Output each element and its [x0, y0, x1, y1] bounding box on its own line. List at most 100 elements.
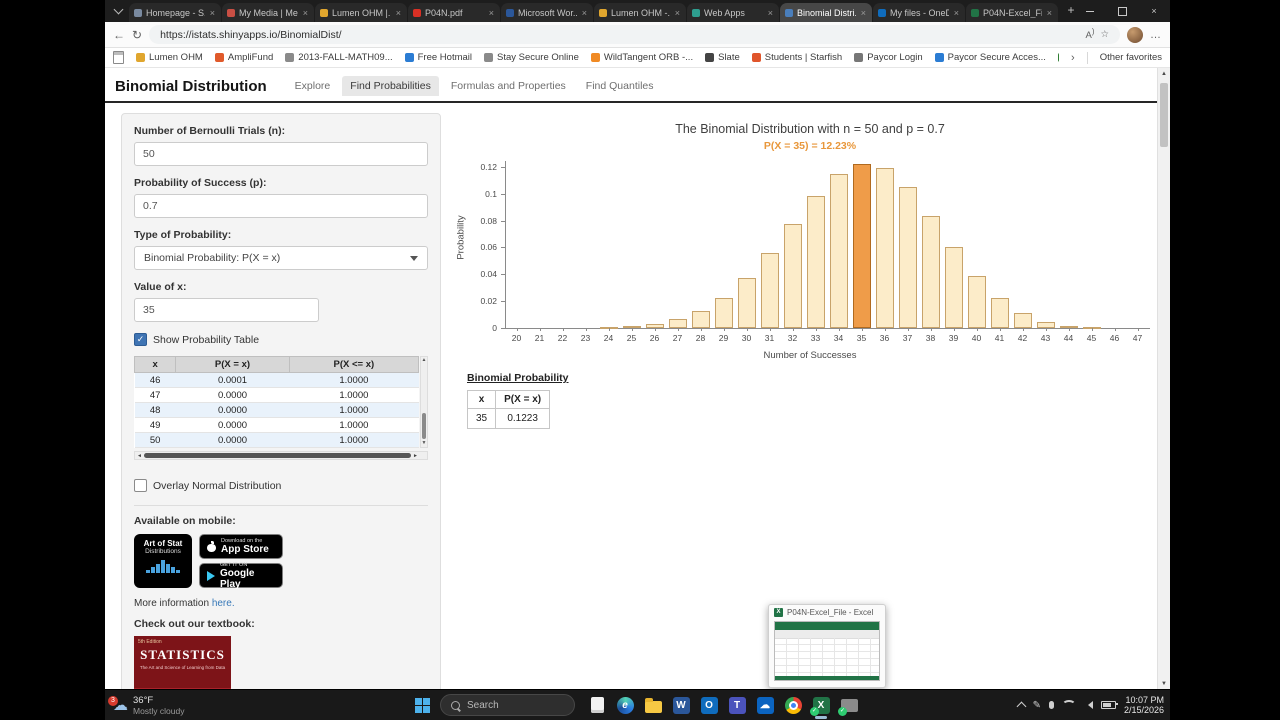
taskbar-icon-remote-app[interactable]: ✓ [837, 691, 861, 719]
favorite-item[interactable]: Stay Secure Online [484, 52, 579, 63]
taskbar-icon-excel[interactable]: X ✓ [809, 691, 833, 719]
more-info-link[interactable]: here. [212, 598, 235, 609]
table-horizontal-scrollbar[interactable]: ◄ ► [134, 451, 428, 460]
table-scroll-thumb[interactable] [422, 413, 426, 439]
favorites-overflow-button[interactable]: › [1071, 52, 1075, 64]
taskbar-icon-outlook[interactable]: O [697, 691, 721, 719]
browser-tab[interactable]: Binomial Distri... × [780, 3, 872, 22]
google-play-badge[interactable]: GET IT ON Google Play [199, 562, 283, 590]
tab-close-icon[interactable]: × [209, 8, 216, 18]
show-table-checkbox[interactable]: ✓ Show Probability Table [134, 333, 428, 346]
taskbar-icon-taskview[interactable] [585, 691, 609, 719]
collections-icon[interactable] [113, 51, 124, 64]
read-aloud-icon[interactable]: A) [1085, 27, 1094, 41]
favorite-item[interactable]: 2013-FALL-MATH09... [285, 52, 393, 63]
address-input[interactable]: https://istats.shinyapps.io/BinomialDist… [149, 25, 1120, 44]
start-button[interactable] [415, 697, 430, 713]
favorite-item[interactable]: Paycor Secure Acces... [934, 52, 1046, 63]
scroll-up-icon[interactable]: ▲ [1158, 71, 1170, 77]
tab-close-icon[interactable]: × [1046, 8, 1053, 18]
browser-tab[interactable]: My files - OneD... × [873, 3, 965, 22]
favorite-item[interactable]: HR Digital - Home [1057, 52, 1060, 63]
favorite-item[interactable]: Students | Starfish [751, 52, 842, 63]
browser-tab[interactable]: Lumen OHM |... × [315, 3, 407, 22]
scroll-up-icon[interactable]: ▲ [421, 357, 427, 364]
battery-icon[interactable] [1100, 701, 1118, 709]
tab-close-icon[interactable]: × [674, 8, 681, 18]
n-trials-input[interactable] [134, 142, 428, 166]
browser-tab[interactable]: Microsoft Wor... × [501, 3, 593, 22]
maximize-button[interactable] [1106, 0, 1138, 22]
tray-chevron-up-icon[interactable] [1016, 701, 1027, 712]
table-row[interactable]: 50 0.0000 1.0000 [134, 432, 419, 448]
probability-type-select[interactable]: Binomial Probability: P(X = x) [134, 246, 428, 270]
taskbar-icon-teams[interactable]: T [725, 691, 749, 719]
favorite-item[interactable]: Free Hotmail [404, 52, 472, 63]
scroll-down-icon[interactable]: ▼ [421, 440, 427, 447]
tab-close-icon[interactable]: × [767, 8, 774, 18]
tab-close-icon[interactable]: × [953, 8, 960, 18]
taskbar-clock[interactable]: 10:07 PM 2/15/2026 [1124, 695, 1164, 716]
page-scroll-thumb[interactable] [1160, 83, 1168, 147]
table-row[interactable]: 47 0.0000 1.0000 [134, 387, 419, 403]
favorite-item[interactable]: Slate [705, 52, 740, 63]
browser-tab[interactable]: P04N.pdf × [408, 3, 500, 22]
taskbar-icon-chrome[interactable] [781, 691, 805, 719]
tab-find-quantiles[interactable]: Find Quantiles [578, 76, 662, 96]
app-store-badge[interactable]: Download on the App Store [199, 534, 283, 559]
tab-close-icon[interactable]: × [488, 8, 495, 18]
taskbar-icon-onedrive[interactable]: ☁ [753, 691, 777, 719]
overlay-normal-checkbox[interactable]: Overlay Normal Distribution [134, 479, 428, 492]
wifi-icon[interactable] [1061, 700, 1076, 710]
favorite-star-icon[interactable]: ☆ [1100, 29, 1109, 40]
browser-tab[interactable]: P04N-Excel_Fil... × [966, 3, 1058, 22]
weather-widget[interactable]: ☁ 3 36°F Mostly cloudy [108, 690, 185, 720]
table-row[interactable]: 46 0.0001 1.0000 [134, 372, 419, 388]
close-button[interactable]: × [1138, 0, 1170, 22]
browser-tab[interactable]: Lumen OHM -... × [594, 3, 686, 22]
tab-explore[interactable]: Explore [287, 76, 339, 96]
taskbar-search-box[interactable]: Search [440, 694, 575, 716]
page-scrollbar[interactable]: ▲ ▼ [1157, 68, 1170, 690]
back-icon[interactable]: ← [113, 29, 125, 41]
table-row[interactable]: 49 0.0000 1.0000 [134, 417, 419, 433]
scroll-right-icon[interactable]: ► [413, 452, 418, 460]
other-favorites-button[interactable]: Other favorites [1100, 52, 1162, 63]
pen-icon[interactable]: ✎ [1033, 700, 1041, 711]
settings-menu-button[interactable]: … [1150, 29, 1162, 41]
excel-preview-card[interactable]: X P04N-Excel_File - Excel [768, 604, 886, 688]
tab-close-icon[interactable]: × [860, 8, 867, 18]
tab-close-icon[interactable]: × [395, 8, 402, 18]
browser-tab[interactable]: Web Apps × [687, 3, 779, 22]
p-success-input[interactable] [134, 194, 428, 218]
artofstat-app-badge[interactable]: Art of Stat Distributions [134, 534, 192, 588]
table-vertical-scrollbar[interactable]: ▲ ▼ [420, 356, 428, 448]
favorite-item[interactable]: WildTangent ORB -... [590, 52, 693, 63]
tab-close-icon[interactable]: × [302, 8, 309, 18]
taskbar-icon-word[interactable]: W [669, 691, 693, 719]
browser-tab[interactable]: Homepage - S... × [129, 3, 221, 22]
scroll-left-icon[interactable]: ◄ [137, 452, 142, 460]
taskbar-icon-edge[interactable]: e [613, 691, 637, 719]
mic-icon[interactable] [1048, 701, 1054, 709]
table-row[interactable]: 48 0.0000 1.0000 [134, 402, 419, 418]
tab-formulas-and-properties[interactable]: Formulas and Properties [443, 76, 574, 96]
taskbar-icon-file-explorer[interactable] [641, 691, 665, 719]
scroll-down-icon[interactable]: ▼ [1158, 681, 1170, 687]
favorite-item[interactable]: Lumen OHM [136, 52, 203, 63]
volume-icon[interactable] [1084, 701, 1093, 709]
table-row[interactable]: 35 0.1223 [466, 408, 551, 429]
textbook-cover[interactable]: 5th Edition STATISTICS The Art and Scien… [134, 636, 231, 690]
tab-close-icon[interactable]: × [581, 8, 588, 18]
refresh-icon[interactable]: ↻ [132, 29, 142, 41]
x-value-input[interactable] [134, 298, 319, 322]
favorite-item[interactable]: Paycor Login [854, 52, 923, 63]
tab-find-probabilities[interactable]: Find Probabilities [342, 76, 439, 96]
preview-thumbnail[interactable] [774, 621, 880, 681]
profile-avatar[interactable] [1127, 26, 1143, 43]
browser-tab[interactable]: My Media | Me... × [222, 3, 314, 22]
minimize-button[interactable] [1074, 0, 1106, 22]
table-hscroll-thumb[interactable] [144, 453, 411, 458]
tab-search-button[interactable] [109, 2, 127, 20]
favorite-item[interactable]: AmpliFund [214, 52, 273, 63]
